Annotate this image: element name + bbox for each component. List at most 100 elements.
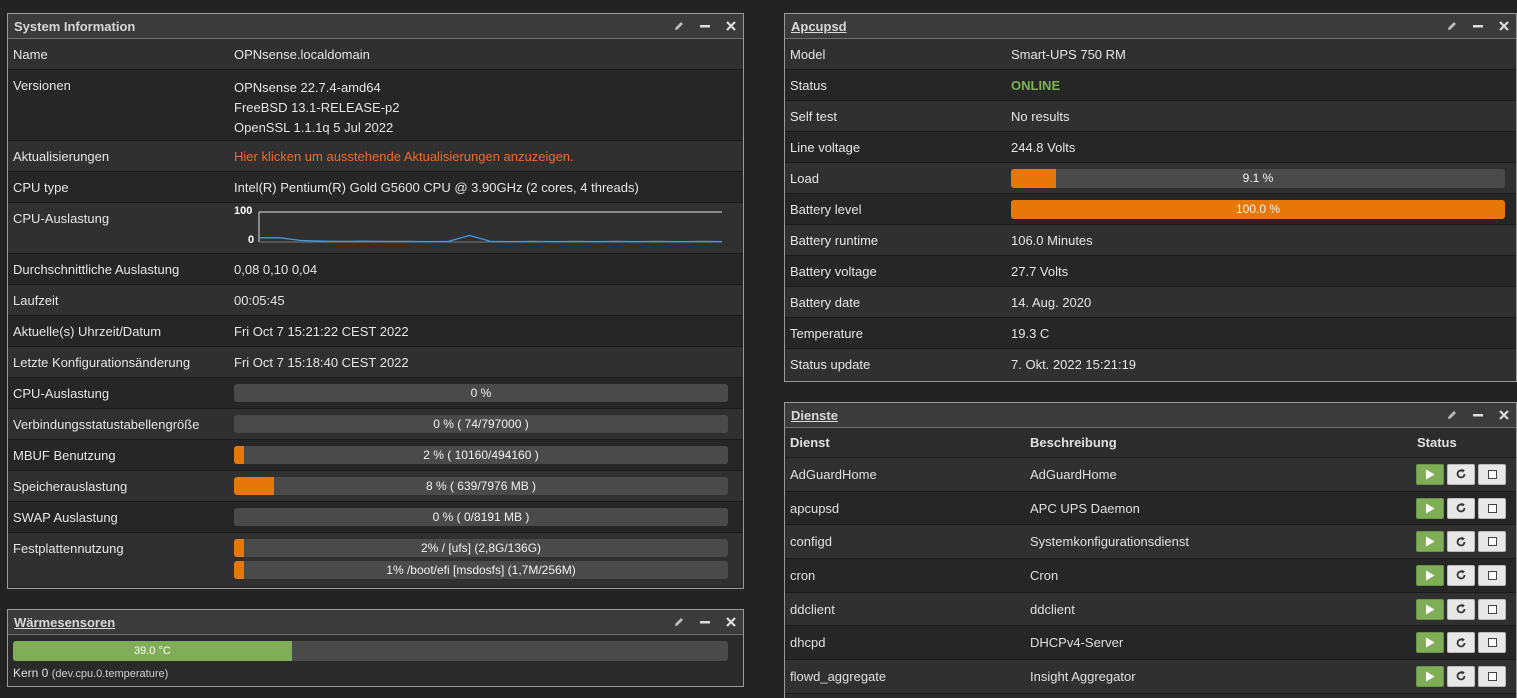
service-description: DHCPv4-Server — [1030, 635, 1124, 651]
bar-text: 2 % ( 10160/494160 ) — [423, 448, 539, 462]
pencil-icon[interactable] — [1446, 409, 1458, 421]
updates-link[interactable]: Hier klicken um ausstehende Aktualisieru… — [234, 149, 574, 164]
close-icon[interactable] — [1498, 20, 1510, 32]
table-row: configd Systemkonfigurationsdienst — [785, 525, 1516, 560]
bar-text: 1% /boot/efi [msdosfs] (1,7M/256M) — [386, 563, 576, 577]
minimize-icon[interactable] — [699, 616, 711, 628]
row-label: Aktualisierungen — [13, 148, 110, 164]
bar-text: 8 % ( 639/7976 MB ) — [425, 479, 537, 493]
ups-row-update: Status update 7. Okt. 2022 15:21:19 — [785, 349, 1516, 380]
play-button[interactable] — [1416, 632, 1444, 654]
service-name: apcupsd — [790, 500, 840, 516]
restart-icon — [1456, 469, 1466, 479]
stop-button[interactable] — [1478, 665, 1506, 687]
ups-row-load: Load 9.1 % — [785, 163, 1516, 194]
play-button[interactable] — [1416, 531, 1444, 553]
row-label: Load — [790, 170, 819, 186]
close-icon[interactable] — [725, 616, 737, 628]
row-name: Name OPNsense.localdomain — [8, 39, 743, 70]
restart-button[interactable] — [1447, 497, 1475, 519]
stop-button[interactable] — [1478, 531, 1506, 553]
play-button[interactable] — [1416, 497, 1444, 519]
stop-button[interactable] — [1478, 598, 1506, 620]
restart-button[interactable] — [1447, 463, 1475, 485]
version-opnsense: OPNsense 22.7.4-amd64 — [234, 80, 381, 95]
row-label: Versionen — [13, 78, 71, 93]
service-actions — [1416, 632, 1506, 654]
service-name: cron — [790, 567, 816, 583]
row-cpu-type: CPU type Intel(R) Pentium(R) Gold G5600 … — [8, 172, 743, 203]
service-name: AdGuardHome — [790, 466, 877, 482]
stop-icon — [1487, 503, 1497, 513]
service-name: dhcpd — [790, 635, 826, 651]
restart-button[interactable] — [1447, 632, 1475, 654]
play-button[interactable] — [1416, 598, 1444, 620]
services-table-body: AdGuardHome AdGuardHome apcupsd APC UPS Dae… — [785, 458, 1516, 694]
services-table-header: Dienst Beschreibung Status — [785, 428, 1516, 458]
row-value: Fri Oct 7 15:18:40 CEST 2022 — [234, 354, 409, 370]
service-description: Cron — [1030, 567, 1059, 583]
ups-row-selftest: Self test No results — [785, 101, 1516, 132]
row-value: OPNsense.localdomain — [234, 46, 370, 62]
widget-title[interactable]: Apcupsd — [791, 19, 847, 34]
row-datetime: Aktuelle(s) Uhrzeit/Datum Fri Oct 7 15:2… — [8, 316, 743, 347]
row-label: SWAP Auslastung — [13, 509, 118, 525]
play-button[interactable] — [1416, 564, 1444, 586]
pencil-icon[interactable] — [1446, 20, 1458, 32]
restart-button[interactable] — [1447, 531, 1475, 553]
pencil-icon[interactable] — [673, 616, 685, 628]
service-actions — [1416, 531, 1506, 553]
cpu-graph-svg — [258, 211, 723, 243]
bar-text: 100.0 % — [1235, 201, 1281, 216]
ups-row-runtime: Battery runtime 106.0 Minutes — [785, 225, 1516, 256]
restart-button[interactable] — [1447, 665, 1475, 687]
service-description: Systemkonfigurationsdienst — [1030, 534, 1189, 550]
minimize-icon[interactable] — [1472, 20, 1484, 32]
row-label: Battery level — [790, 201, 862, 217]
restart-button[interactable] — [1447, 564, 1475, 586]
stop-button[interactable] — [1478, 564, 1506, 586]
table-row: ddclient ddclient — [785, 592, 1516, 627]
bar-text: 39.0 °C — [134, 645, 171, 657]
restart-button[interactable] — [1447, 598, 1475, 620]
row-value: No results — [1011, 108, 1070, 124]
widget-title[interactable]: Dienste — [791, 408, 838, 423]
stop-button[interactable] — [1478, 632, 1506, 654]
play-button[interactable] — [1416, 463, 1444, 485]
memory-bar: 8 % ( 639/7976 MB ) — [234, 477, 728, 495]
row-label: Temperature — [790, 325, 863, 341]
minimize-icon[interactable] — [1472, 409, 1484, 421]
service-actions — [1416, 564, 1506, 586]
service-actions — [1416, 665, 1506, 687]
close-icon[interactable] — [725, 20, 737, 32]
row-memory: Speicherauslastung 8 % ( 639/7976 MB ) — [8, 471, 743, 502]
play-button[interactable] — [1416, 665, 1444, 687]
apcupsd-widget: Apcupsd Model Smart-UPS 750 RM Status ONLI… — [784, 13, 1517, 382]
play-icon — [1426, 536, 1435, 547]
bar-text: 9.1 % — [1242, 170, 1274, 185]
close-icon[interactable] — [1498, 409, 1510, 421]
play-icon — [1426, 570, 1435, 581]
widget-title[interactable]: Wärmesensoren — [14, 615, 115, 630]
stop-icon — [1487, 671, 1497, 681]
pencil-icon[interactable] — [673, 20, 685, 32]
row-label: CPU type — [13, 179, 69, 195]
row-label: Verbindungsstatustabellengröße — [13, 416, 200, 432]
play-icon — [1426, 637, 1435, 648]
row-label: Letzte Konfigurationsänderung — [13, 354, 191, 370]
restart-icon — [1456, 570, 1466, 580]
widget-header: Apcupsd — [785, 14, 1516, 39]
stop-button[interactable] — [1478, 497, 1506, 519]
row-value: 27.7 Volts — [1011, 263, 1069, 279]
bar-text: 0 % ( 74/797000 ) — [433, 417, 529, 431]
disk-root-bar: 2% / [ufs] (2,8G/136G) — [234, 539, 728, 557]
stop-button[interactable] — [1478, 463, 1506, 485]
row-value: 0,08 0,10 0,04 — [234, 261, 318, 277]
table-row: apcupsd APC UPS Daemon — [785, 491, 1516, 526]
minimize-icon[interactable] — [699, 20, 711, 32]
row-value: Intel(R) Pentium(R) Gold G5600 CPU @ 3.9… — [234, 179, 639, 195]
row-label: Battery runtime — [790, 232, 879, 248]
bar-text: 0 % — [470, 386, 492, 400]
play-icon — [1426, 604, 1435, 615]
row-value: 244.8 Volts — [1011, 139, 1076, 155]
